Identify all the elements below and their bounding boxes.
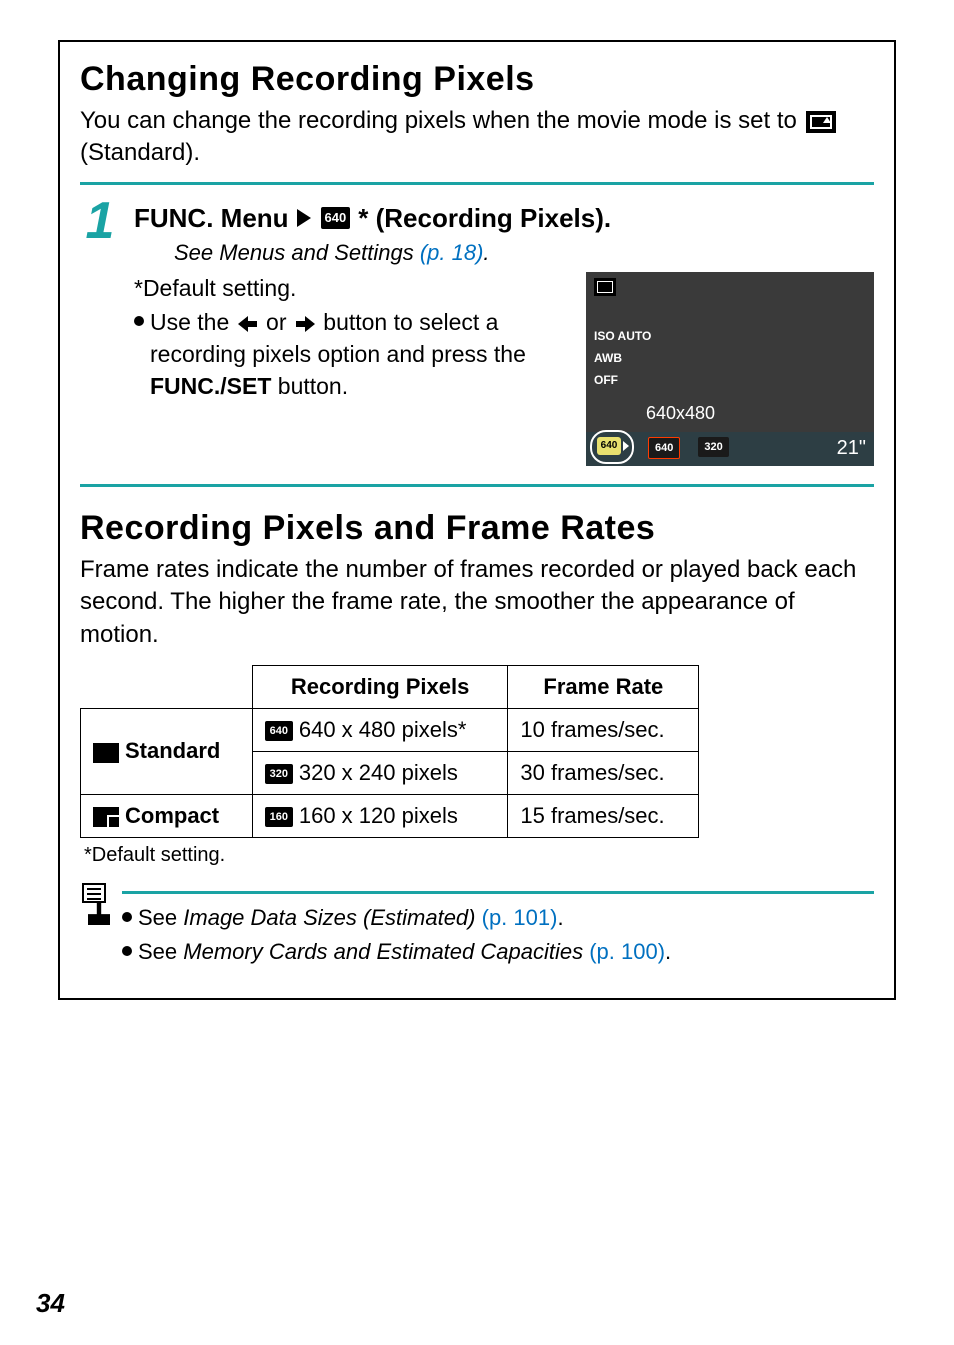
caret-right-icon	[623, 441, 629, 451]
right-arrow-icon	[295, 316, 315, 332]
table-footnote: *Default setting.	[84, 844, 874, 867]
mode-compact-label: Compact	[125, 803, 219, 828]
ref-post: .	[557, 905, 563, 930]
camera-option-320[interactable]: 320	[698, 437, 728, 457]
section1-heading: Changing Recording Pixels	[80, 60, 874, 99]
camera-resolution-label: 640x480	[646, 403, 715, 424]
table-blank-header	[81, 665, 253, 708]
page-number: 34	[36, 1288, 65, 1319]
divider	[122, 891, 874, 894]
pixels-320: 320 x 240 pixels	[299, 760, 458, 785]
step-title: FUNC. Menu 640 * (Recording Pixels).	[134, 203, 874, 234]
bullet-dot-icon	[122, 912, 132, 922]
triangle-right-icon	[297, 209, 311, 227]
section1-intro-pre: You can change the recording pixels when…	[80, 107, 804, 134]
pixels-cell: 160 160 x 120 pixels	[252, 794, 508, 837]
camera-side-icons: ISO AUTO AWB OFF	[594, 330, 651, 386]
table-header-row: Recording Pixels Frame Rate	[81, 665, 699, 708]
ref-link[interactable]: (p. 101)	[476, 905, 558, 930]
bullet-dot-icon	[122, 946, 132, 956]
camera-options: 640 320	[646, 437, 729, 459]
reference-list: See Image Data Sizes (Estimated) (p. 101…	[122, 902, 874, 968]
step-see-ref: See Menus and Settings (p. 18).	[174, 240, 874, 266]
bullet-pre: Use the	[150, 309, 236, 335]
pixel-badge-640-icon: 640	[321, 207, 351, 229]
awb-icon: AWB	[594, 352, 651, 364]
step-title-pre: FUNC. Menu	[134, 203, 289, 234]
ref-post: .	[665, 939, 671, 964]
col-frame-rate: Frame Rate	[508, 665, 699, 708]
left-arrow-icon	[238, 316, 258, 332]
camera-selected-pill: 640	[597, 437, 621, 455]
bullet-dot-icon	[134, 316, 144, 326]
col-recording-pixels: Recording Pixels	[252, 665, 508, 708]
step-bullets: *Default setting. Use the or button to s…	[134, 272, 572, 405]
divider	[80, 484, 874, 487]
table-row: Compact 160 160 x 120 pixels 15 frames/se…	[81, 794, 699, 837]
step-title-post: * (Recording Pixels).	[358, 203, 611, 234]
step-1: 1 FUNC. Menu 640 * (Recording Pixels). S…	[80, 199, 874, 466]
divider	[80, 182, 874, 185]
ref-pre: See	[138, 905, 183, 930]
camera-option-640[interactable]: 640	[648, 437, 680, 459]
see-ref-link[interactable]: (p. 18)	[420, 240, 484, 265]
camera-remaining-time: 21"	[837, 437, 866, 460]
mode-standard-cell: Standard	[81, 708, 253, 794]
bullet-mid: or	[266, 309, 293, 335]
size-320-icon: 320	[265, 764, 293, 784]
reference-item: See Memory Cards and Estimated Capacitie…	[122, 936, 874, 968]
mode-compact-cell: Compact	[81, 794, 253, 837]
rate-cell: 10 frames/sec.	[508, 708, 699, 751]
section1-intro-post: (Standard).	[80, 139, 200, 166]
coff-icon: OFF	[594, 374, 651, 386]
pixels-640: 640 x 480 pixels*	[299, 717, 467, 742]
default-setting-note: *Default setting.	[134, 272, 564, 304]
table-row: Standard 640640 x 480 pixels* 10 frames/…	[81, 708, 699, 751]
movie-standard-icon	[806, 111, 836, 133]
iso-icon: ISO AUTO	[594, 330, 651, 342]
step-bullet: Use the or button to select a recording …	[134, 306, 564, 403]
content-frame: Changing Recording Pixels You can change…	[58, 40, 896, 1000]
movie-standard-icon	[93, 743, 119, 763]
bullet-text: Use the or button to select a recording …	[150, 306, 564, 403]
section1-intro: You can change the recording pixels when…	[80, 105, 874, 170]
reference-item: See Image Data Sizes (Estimated) (p. 101…	[122, 902, 874, 934]
movie-mode-icon	[594, 278, 616, 296]
ref-link[interactable]: (p. 100)	[583, 939, 665, 964]
see-ref-dot: .	[483, 240, 489, 265]
pixels-160: 160 x 120 pixels	[299, 803, 458, 828]
ref-em: Image Data Sizes (Estimated)	[183, 905, 475, 930]
size-160-icon: 160	[265, 807, 293, 827]
rate-cell: 15 frames/sec.	[508, 794, 699, 837]
ref-pre: See	[138, 939, 183, 964]
reference-note-icon	[80, 881, 112, 921]
camera-selector[interactable]: 640	[590, 430, 634, 464]
rate-cell: 30 frames/sec.	[508, 751, 699, 794]
size-640-icon: 640	[265, 721, 293, 741]
see-ref-text: See Menus and Settings	[174, 240, 420, 265]
section2-intro: Frame rates indicate the number of frame…	[80, 554, 874, 651]
step-number: 1	[80, 199, 120, 243]
bullet-bold: FUNC./SET	[150, 373, 271, 399]
section2-heading: Recording Pixels and Frame Rates	[80, 509, 874, 548]
pixels-cell: 320 320 x 240 pixels	[252, 751, 508, 794]
mode-standard-label: Standard	[125, 738, 220, 763]
camera-bottom-bar: 640 640 320 21"	[586, 432, 874, 466]
bullet-end: button.	[278, 373, 348, 399]
pixels-cell: 640 640 x 480 pixels*	[252, 708, 508, 751]
movie-compact-icon	[93, 807, 119, 827]
reference-box: See Image Data Sizes (Estimated) (p. 101…	[80, 881, 874, 970]
ref-em: Memory Cards and Estimated Capacities	[183, 939, 583, 964]
camera-screen: ISO AUTO AWB OFF 640x480 640 640	[586, 272, 874, 466]
pixels-table: Recording Pixels Frame Rate Standard 640…	[80, 665, 699, 838]
step-body: FUNC. Menu 640 * (Recording Pixels). See…	[134, 199, 874, 466]
